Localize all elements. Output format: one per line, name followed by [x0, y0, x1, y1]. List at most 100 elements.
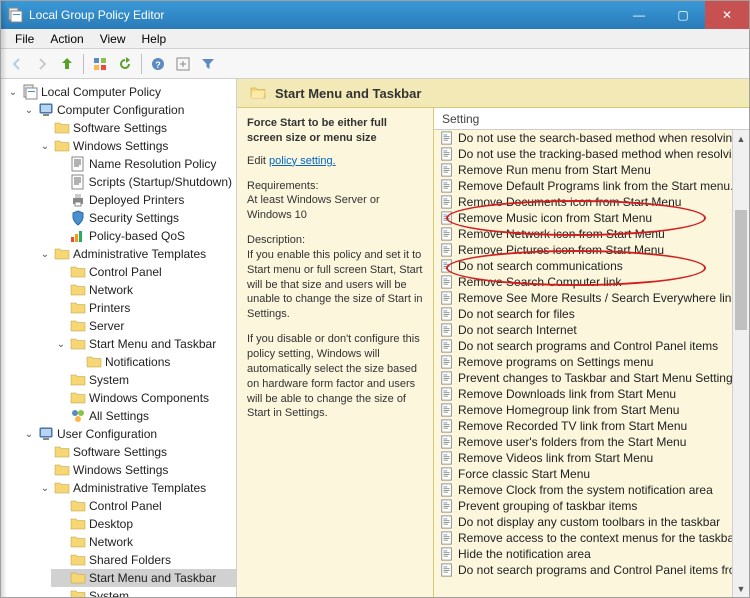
setting-label: Remove Default Programs link from the St…: [458, 179, 733, 193]
tree-node-cc-sw[interactable]: Software Settings: [35, 119, 236, 137]
expander-icon[interactable]: ⌄: [39, 482, 51, 494]
tree-node-cc-at-2[interactable]: Printers: [51, 299, 236, 317]
expander-icon[interactable]: ⌄: [39, 248, 51, 260]
setting-item[interactable]: Force classic Start Menu: [434, 466, 749, 482]
setting-item[interactable]: Remove Recorded TV link from Start Menu: [434, 418, 749, 434]
setting-item[interactable]: Remove Downloads link from Start Menu: [434, 386, 749, 402]
policy-icon: [440, 467, 454, 481]
vertical-scrollbar[interactable]: ▲ ▼: [732, 130, 749, 597]
setting-item[interactable]: Remove Music icon from Start Menu: [434, 210, 749, 226]
expander-icon[interactable]: ⌄: [7, 86, 19, 98]
setting-item[interactable]: Remove Homegroup link from Start Menu: [434, 402, 749, 418]
scroll-up-button[interactable]: ▲: [733, 130, 749, 147]
tree-node-uc-at-3[interactable]: Shared Folders: [51, 551, 236, 569]
tree-node-cc-ws-3[interactable]: Security Settings: [51, 209, 236, 227]
tree-node-cc-at-7[interactable]: All Settings: [51, 407, 236, 425]
tree-node-uc-at-4[interactable]: Start Menu and Taskbar: [51, 569, 236, 587]
policy-icon: [440, 355, 454, 369]
expander-icon[interactable]: ⌄: [23, 428, 35, 440]
setting-item[interactable]: Remove access to the context menus for t…: [434, 530, 749, 546]
setting-item[interactable]: Do not search programs and Control Panel…: [434, 338, 749, 354]
setting-item[interactable]: Remove user's folders from the Start Men…: [434, 434, 749, 450]
menu-view[interactable]: View: [92, 30, 134, 48]
maximize-button[interactable]: ▢: [661, 1, 705, 29]
show-hide-button[interactable]: [88, 52, 112, 76]
tree-node-uc[interactable]: ⌄User Configuration: [19, 425, 236, 443]
up-button[interactable]: [55, 52, 79, 76]
setting-item[interactable]: Prevent changes to Taskbar and Start Men…: [434, 370, 749, 386]
setting-item[interactable]: Remove Documents icon from Start Menu: [434, 194, 749, 210]
tree-label: Start Menu and Taskbar: [89, 571, 216, 585]
setting-item[interactable]: Remove Clock from the system notificatio…: [434, 482, 749, 498]
tree-node-uc-at-0[interactable]: Control Panel: [51, 497, 236, 515]
tree-node-cc-at-5[interactable]: System: [51, 371, 236, 389]
setting-item[interactable]: Remove Videos link from Start Menu: [434, 450, 749, 466]
scroll-down-button[interactable]: ▼: [733, 580, 749, 597]
policy-icon: [440, 483, 454, 497]
expander-icon[interactable]: ⌄: [23, 104, 35, 116]
setting-item[interactable]: Remove Search Computer link: [434, 274, 749, 290]
settings-list[interactable]: Setting Do not use the search-based meth…: [433, 108, 749, 597]
setting-item[interactable]: Do not use the tracking-based method whe…: [434, 146, 749, 162]
setting-item[interactable]: Remove See More Results / Search Everywh…: [434, 290, 749, 306]
setting-item[interactable]: Hide the notification area: [434, 546, 749, 562]
setting-item[interactable]: Remove programs on Settings menu: [434, 354, 749, 370]
setting-item[interactable]: Do not search communications: [434, 258, 749, 274]
tree-node-cc-at-notif[interactable]: Notifications: [67, 353, 236, 371]
column-header-setting[interactable]: Setting: [434, 108, 749, 130]
tree-node-cc-at-3[interactable]: Server: [51, 317, 236, 335]
setting-item[interactable]: Remove Default Programs link from the St…: [434, 178, 749, 194]
tree-node-cc-ws-2[interactable]: Deployed Printers: [51, 191, 236, 209]
tree-node-uc-ws[interactable]: Windows Settings: [35, 461, 236, 479]
tree-node-cc-at-0[interactable]: Control Panel: [51, 263, 236, 281]
menu-file[interactable]: File: [7, 30, 42, 48]
tree-node-uc-at-2[interactable]: Network: [51, 533, 236, 551]
tree-node-uc-at[interactable]: ⌄Administrative Templates: [35, 479, 236, 497]
minimize-button[interactable]: —: [617, 1, 661, 29]
refresh-button[interactable]: [113, 52, 137, 76]
menu-help[interactable]: Help: [134, 30, 175, 48]
tree-node-cc-at-1[interactable]: Network: [51, 281, 236, 299]
setting-item[interactable]: Do not display any custom toolbars in th…: [434, 514, 749, 530]
tree-label: Shared Folders: [89, 553, 171, 567]
policy-icon: [440, 147, 454, 161]
tree-node-cc-at[interactable]: ⌄Administrative Templates: [35, 245, 236, 263]
menu-action[interactable]: Action: [42, 30, 91, 48]
setting-item[interactable]: Do not use the search-based method when …: [434, 130, 749, 146]
tree-node-cc-ws[interactable]: ⌄Windows Settings: [35, 137, 236, 155]
tree-pane[interactable]: ⌄Local Computer Policy⌄Computer Configur…: [1, 79, 237, 597]
description-text-1: If you enable this policy and set it to …: [247, 249, 423, 320]
setting-item[interactable]: Prevent grouping of taskbar items: [434, 498, 749, 514]
expander-icon[interactable]: ⌄: [55, 338, 67, 350]
requirements-label: Requirements:: [247, 180, 319, 192]
expander-icon[interactable]: ⌄: [39, 140, 51, 152]
tree-node-cc-ws-4[interactable]: Policy-based QoS: [51, 227, 236, 245]
setting-item[interactable]: Remove Pictures icon from Start Menu: [434, 242, 749, 258]
tree-node-root[interactable]: ⌄Local Computer Policy: [3, 83, 236, 101]
edit-policy-link[interactable]: policy setting.: [269, 155, 336, 167]
folder-icon: [70, 264, 86, 280]
tree-node-cc[interactable]: ⌄Computer Configuration: [19, 101, 236, 119]
tree-node-cc-at-6[interactable]: Windows Components: [51, 389, 236, 407]
content-pane: Start Menu and Taskbar Force Start to be…: [237, 79, 749, 597]
setting-item[interactable]: Do not search Internet: [434, 322, 749, 338]
tree-node-cc-ws-0[interactable]: Name Resolution Policy: [51, 155, 236, 173]
tree-node-cc-ws-1[interactable]: Scripts (Startup/Shutdown): [51, 173, 236, 191]
tree-label: Windows Settings: [73, 463, 168, 477]
help-button[interactable]: [146, 52, 170, 76]
tree-node-uc-at-1[interactable]: Desktop: [51, 515, 236, 533]
setting-item[interactable]: Remove Run menu from Start Menu: [434, 162, 749, 178]
policy-icon: [440, 419, 454, 433]
scroll-thumb[interactable]: [735, 210, 747, 330]
filter-button[interactable]: [196, 52, 220, 76]
tree-node-cc-at-4[interactable]: ⌄Start Menu and Taskbar: [51, 335, 236, 353]
setting-item[interactable]: Remove Network icon from Start Menu: [434, 226, 749, 242]
setting-item[interactable]: Do not search for files: [434, 306, 749, 322]
tree-node-uc-at-5[interactable]: System: [51, 587, 236, 597]
close-button[interactable]: ✕: [705, 1, 749, 29]
export-button[interactable]: [171, 52, 195, 76]
tree-node-uc-sw[interactable]: Software Settings: [35, 443, 236, 461]
window-title: Local Group Policy Editor: [29, 8, 617, 22]
setting-item[interactable]: Do not search programs and Control Panel…: [434, 562, 749, 578]
folder-icon: [70, 318, 86, 334]
